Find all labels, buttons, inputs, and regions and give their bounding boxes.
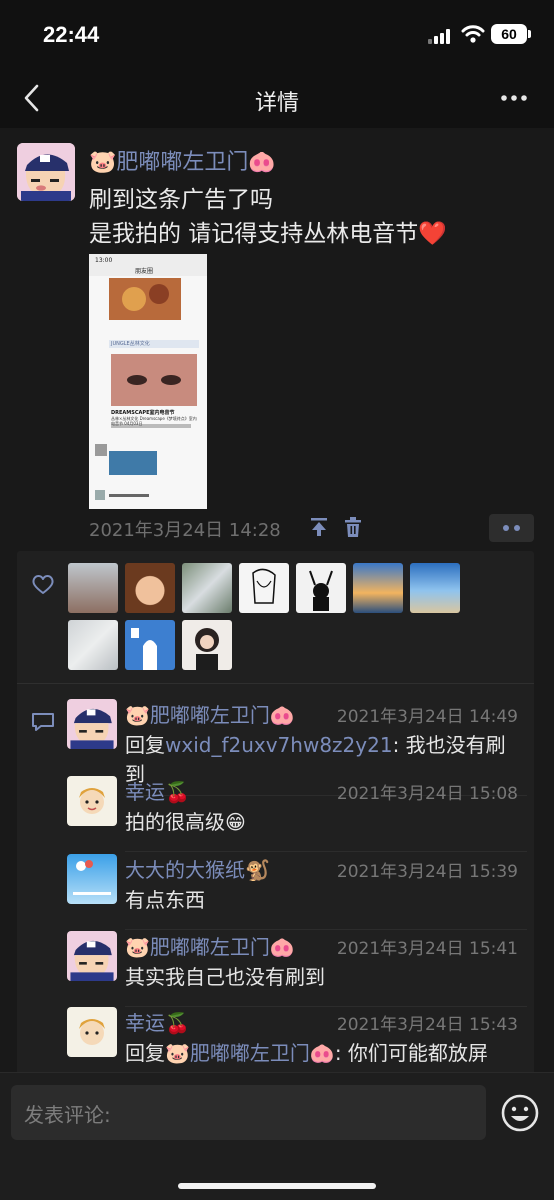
comment-text: 回复🐷肥嘟嘟左卫门🐽: 你们可能都放屏 bbox=[125, 1039, 525, 1068]
comment-divider bbox=[125, 929, 527, 930]
liker-avatar[interactable] bbox=[353, 563, 403, 613]
pin-top-icon[interactable] bbox=[308, 516, 330, 538]
comment-item[interactable]: 🐷肥嘟嘟左卫门🐽 2021年3月24日 15:41 其实我自己也没有刷到 bbox=[67, 931, 527, 1011]
liker-avatar[interactable] bbox=[125, 620, 175, 670]
photo-time: 13:00 bbox=[95, 257, 113, 264]
moment-post: 🐷肥嘟嘟左卫门🐽 刷到这条广告了吗 是我拍的 请记得支持丛林电音节❤️ 13:0… bbox=[0, 128, 554, 1072]
post-photo-graphic bbox=[89, 254, 207, 509]
comment-text: 其实我自己也没有刷到 bbox=[125, 965, 325, 989]
battery-tip bbox=[528, 30, 531, 38]
cellular-signal-icon bbox=[428, 28, 454, 44]
commenter-name[interactable]: 🐷肥嘟嘟左卫门🐽 bbox=[125, 931, 295, 960]
post-text-line: 刷到这条广告了吗 bbox=[89, 187, 273, 213]
commenter-name[interactable]: 幸运🍒 bbox=[125, 776, 190, 805]
comment-time: 2021年3月24日 15:08 bbox=[336, 784, 518, 804]
commenter-name[interactable]: 幸运🍒 bbox=[125, 1007, 190, 1036]
commenter-avatar[interactable] bbox=[67, 854, 117, 904]
comment-time: 2021年3月24日 15:41 bbox=[336, 939, 518, 959]
nav-bar: 详情 bbox=[0, 70, 554, 128]
comment-icon bbox=[32, 713, 54, 731]
comment-item[interactable]: 幸运🍒 2021年3月24日 15:43 回复🐷肥嘟嘟左卫门🐽: 你们可能都放屏 bbox=[67, 1007, 527, 1072]
liker-avatar[interactable] bbox=[68, 620, 118, 670]
status-time: 22:44 bbox=[43, 22, 100, 47]
post-photo[interactable]: 13:00 朋友圈 JUNGLE丛林文化 DREAMSCAPE室内电音节 丛林×… bbox=[89, 254, 207, 509]
liker-avatar[interactable] bbox=[239, 563, 289, 613]
photo-title: 朋友圈 bbox=[135, 268, 154, 275]
comment-body: : 你们可能都放屏 bbox=[334, 1041, 488, 1065]
photo-headline: DREAMSCAPE室内电音节 bbox=[111, 410, 175, 416]
author-name[interactable]: 🐷肥嘟嘟左卫门🐽 bbox=[89, 144, 276, 176]
wifi-icon bbox=[461, 25, 485, 43]
comment-input[interactable]: 发表评论: bbox=[11, 1085, 486, 1140]
comment-item[interactable]: 幸运🍒 2021年3月24日 15:08 拍的很高级😁 bbox=[67, 776, 527, 856]
more-icon[interactable] bbox=[498, 82, 530, 114]
status-bar: 22:44 60 bbox=[0, 0, 554, 70]
commenter-name[interactable]: 🐷肥嘟嘟左卫门🐽 bbox=[125, 699, 295, 728]
reply-to-name[interactable]: wxid_f2uxv7hw8z2y21 bbox=[165, 733, 393, 757]
photo-caption: 丛林×丛林文化 Dreamscape《梦境终点》室内电音节 04月03日 bbox=[111, 416, 197, 426]
interaction-panel: 🐷肥嘟嘟左卫门🐽 2021年3月24日 14:49 回复wxid_f2uxv7h… bbox=[17, 551, 534, 1072]
trash-icon[interactable] bbox=[342, 516, 364, 538]
reply-to-name[interactable]: 🐷肥嘟嘟左卫门🐽 bbox=[165, 1041, 335, 1065]
comment-item[interactable]: 大大的大猴纸🐒 2021年3月24日 15:39 有点东西 bbox=[67, 854, 527, 934]
comment-time: 2021年3月24日 15:39 bbox=[336, 862, 518, 882]
photo-brand: JUNGLE丛林文化 bbox=[111, 341, 150, 347]
liker-avatar[interactable] bbox=[125, 563, 175, 613]
divider bbox=[17, 683, 534, 684]
battery-indicator: 60 bbox=[491, 24, 527, 44]
commenter-avatar[interactable] bbox=[67, 1007, 117, 1057]
liker-avatar[interactable] bbox=[68, 563, 118, 613]
home-indicator bbox=[178, 1183, 376, 1189]
liker-avatar[interactable] bbox=[410, 563, 460, 613]
post-more-button[interactable] bbox=[489, 514, 534, 542]
page-title: 详情 bbox=[254, 91, 299, 116]
author-avatar[interactable] bbox=[17, 143, 75, 201]
comment-divider bbox=[125, 851, 527, 852]
commenter-name[interactable]: 大大的大猴纸🐒 bbox=[125, 854, 270, 883]
liker-avatar[interactable] bbox=[296, 563, 346, 613]
liker-avatar[interactable] bbox=[182, 563, 232, 613]
commenter-avatar[interactable] bbox=[67, 931, 117, 981]
post-timestamp: 2021年3月24日 14:28 bbox=[89, 520, 281, 541]
reply-prefix: 回复 bbox=[125, 1041, 165, 1065]
reply-prefix: 回复 bbox=[125, 733, 165, 757]
comment-text: 有点东西 bbox=[125, 888, 205, 912]
liker-avatar[interactable] bbox=[182, 620, 232, 670]
comment-time: 2021年3月24日 15:43 bbox=[336, 1015, 518, 1035]
comment-input-bar: 发表评论: bbox=[0, 1072, 554, 1200]
comment-time: 2021年3月24日 14:49 bbox=[336, 707, 518, 727]
heart-outline-icon bbox=[32, 575, 54, 594]
commenter-avatar[interactable] bbox=[67, 699, 117, 749]
comment-text: 拍的很高级😁 bbox=[125, 810, 246, 834]
commenter-avatar[interactable] bbox=[67, 776, 117, 826]
emoji-icon[interactable] bbox=[500, 1093, 540, 1133]
post-text-line: 是我拍的 请记得支持丛林电音节❤️ bbox=[89, 221, 447, 247]
